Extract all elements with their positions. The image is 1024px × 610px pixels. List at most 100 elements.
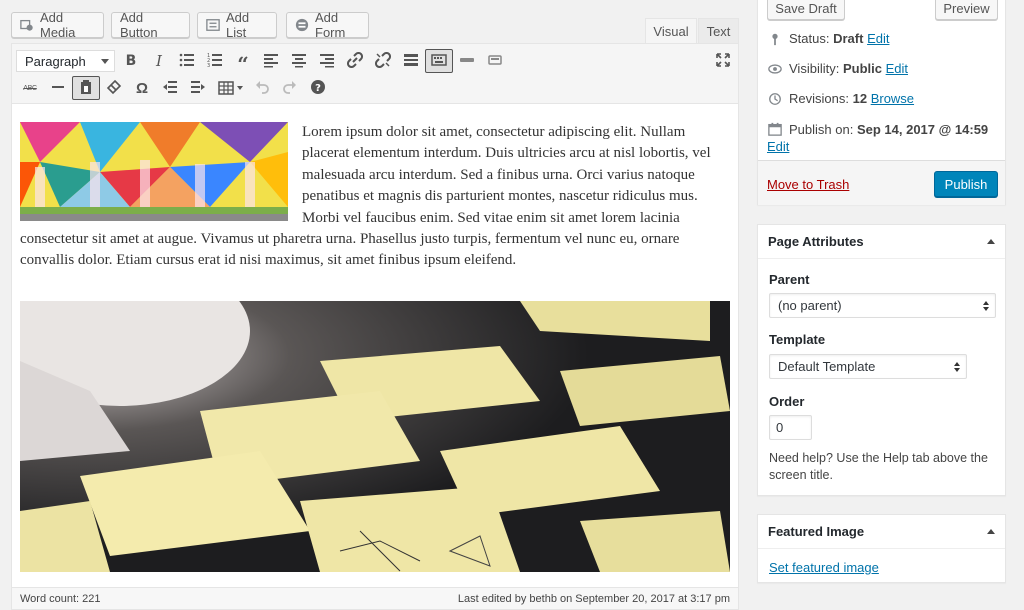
calendar-icon <box>767 121 783 137</box>
media-icon <box>20 18 34 32</box>
undo-button[interactable] <box>248 76 276 100</box>
insert-shortcode-button[interactable] <box>481 49 509 73</box>
parent-select[interactable]: (no parent) <box>769 293 996 318</box>
featured-image-header[interactable]: Featured Image <box>758 515 1005 549</box>
align-left-button[interactable] <box>257 49 285 73</box>
tab-text[interactable]: Text <box>698 18 739 44</box>
save-draft-button[interactable]: Save Draft <box>767 0 845 20</box>
select-arrows-icon <box>954 361 960 372</box>
bullet-list-button[interactable] <box>173 49 201 73</box>
fullscreen-button[interactable] <box>709 49 737 73</box>
help-icon: ? <box>310 79 326 98</box>
edit-publish-date-link[interactable]: Edit <box>767 139 789 154</box>
tab-text-label: Text <box>706 24 731 39</box>
template-label: Template <box>769 332 826 347</box>
svg-text:?: ? <box>315 83 321 94</box>
add-list-button[interactable]: Add List <box>197 10 277 40</box>
horizontal-line-icon <box>50 79 66 98</box>
publish-on-label: Publish on: <box>789 122 854 137</box>
publish-button[interactable]: Publish <box>934 171 998 197</box>
unlink-icon <box>374 51 392 71</box>
insert-button-button[interactable] <box>453 49 481 73</box>
svg-text:3: 3 <box>207 63 210 68</box>
eye-icon <box>767 61 783 77</box>
italic-icon: I <box>156 52 162 70</box>
collapse-arrow-icon[interactable] <box>987 529 995 534</box>
indent-button[interactable] <box>184 76 212 100</box>
form-icon <box>295 18 309 32</box>
order-label: Order <box>769 394 805 409</box>
post-content[interactable]: Lorem ipsum dolor sit amet, consectetur … <box>20 122 732 272</box>
add-button-button[interactable]: Add Button <box>111 10 190 40</box>
indent-icon <box>190 79 206 98</box>
page-attributes-help: Need help? Use the Help tab above the sc… <box>769 451 988 482</box>
template-select[interactable]: Default Template <box>769 354 967 379</box>
move-to-trash-link[interactable]: Move to Trash <box>767 177 849 192</box>
add-form-button[interactable]: Add Form <box>286 10 369 40</box>
link-icon <box>346 51 364 71</box>
redo-button[interactable] <box>276 76 304 100</box>
set-featured-image-link[interactable]: Set featured image <box>769 560 879 575</box>
pin-icon <box>767 31 783 47</box>
remove-link-button[interactable] <box>369 49 397 73</box>
browse-revisions-link[interactable]: Browse <box>871 91 914 106</box>
paste-as-text-button[interactable] <box>72 76 100 100</box>
featured-image-box: Featured Image Set featured image <box>757 514 1006 583</box>
visibility-value: Public <box>842 61 882 76</box>
preview-button[interactable]: Preview <box>935 0 998 20</box>
history-icon <box>767 91 783 107</box>
add-button-label: Add Button <box>120 10 158 40</box>
preview-label: Preview <box>943 0 990 16</box>
blockquote-button[interactable]: “ <box>229 49 257 76</box>
select-arrows-icon <box>983 300 989 311</box>
keyboard-shortcuts-button[interactable]: ? <box>304 76 332 100</box>
revisions-value: 12 <box>852 91 868 106</box>
collapse-arrow-icon[interactable] <box>987 239 995 244</box>
clear-formatting-button[interactable] <box>100 76 128 100</box>
publish-on-row: Publish on: Sep 14, 2017 @ 14:59 <box>767 121 1002 139</box>
edit-status-link[interactable]: Edit <box>867 31 889 46</box>
parent-label: Parent <box>769 272 810 287</box>
float-spacer <box>20 122 302 221</box>
align-right-icon <box>319 52 335 71</box>
align-right-button[interactable] <box>313 49 341 73</box>
page-attributes-header[interactable]: Page Attributes <box>758 225 1005 259</box>
page-attributes-title: Page Attributes <box>768 234 864 249</box>
chevron-down-icon <box>101 58 109 64</box>
outdent-button[interactable] <box>156 76 184 100</box>
tab-visual[interactable]: Visual <box>645 18 697 44</box>
toolbar-toggle-button[interactable] <box>425 49 453 73</box>
bold-button[interactable]: B <box>117 49 145 73</box>
toolbar-row-1: Paragraph B I 123 “ <box>16 48 509 76</box>
numbered-list-button[interactable]: 123 <box>201 49 229 73</box>
edit-visibility-link[interactable]: Edit <box>886 61 908 76</box>
visibility-label: Visibility: <box>789 61 840 76</box>
strikethrough-icon: ABC <box>23 84 37 92</box>
read-more-button[interactable] <box>397 49 425 73</box>
editor-status-bar: Word count: 221 Last edited by bethb on … <box>12 587 738 609</box>
tab-visual-label: Visual <box>653 24 689 39</box>
omega-icon: Ω <box>135 79 149 97</box>
revisions-label: Revisions: <box>789 91 849 106</box>
format-select[interactable]: Paragraph <box>16 50 115 72</box>
add-media-button[interactable]: Add Media <box>11 10 104 40</box>
read-more-icon <box>403 52 419 71</box>
strikethrough-button[interactable]: ABC <box>16 76 44 100</box>
special-character-button[interactable]: Ω <box>128 76 156 100</box>
add-media-label: Add Media <box>40 10 76 40</box>
bold-icon: B <box>125 53 137 69</box>
status-row: Status: Draft Edit <box>767 31 889 47</box>
button-shape-icon <box>459 52 475 71</box>
order-input[interactable]: 0 <box>769 415 812 440</box>
status-label: Status: <box>789 31 830 46</box>
keyboard-icon <box>431 52 447 71</box>
align-center-icon <box>291 52 307 71</box>
word-count: Word count: 221 <box>20 592 101 605</box>
italic-button[interactable]: I <box>145 49 173 73</box>
eraser-icon <box>106 79 122 98</box>
insert-link-button[interactable] <box>341 49 369 73</box>
table-button[interactable] <box>212 76 248 100</box>
align-center-button[interactable] <box>285 49 313 73</box>
featured-image-title: Featured Image <box>768 524 865 539</box>
horizontal-line-button[interactable] <box>44 76 72 100</box>
